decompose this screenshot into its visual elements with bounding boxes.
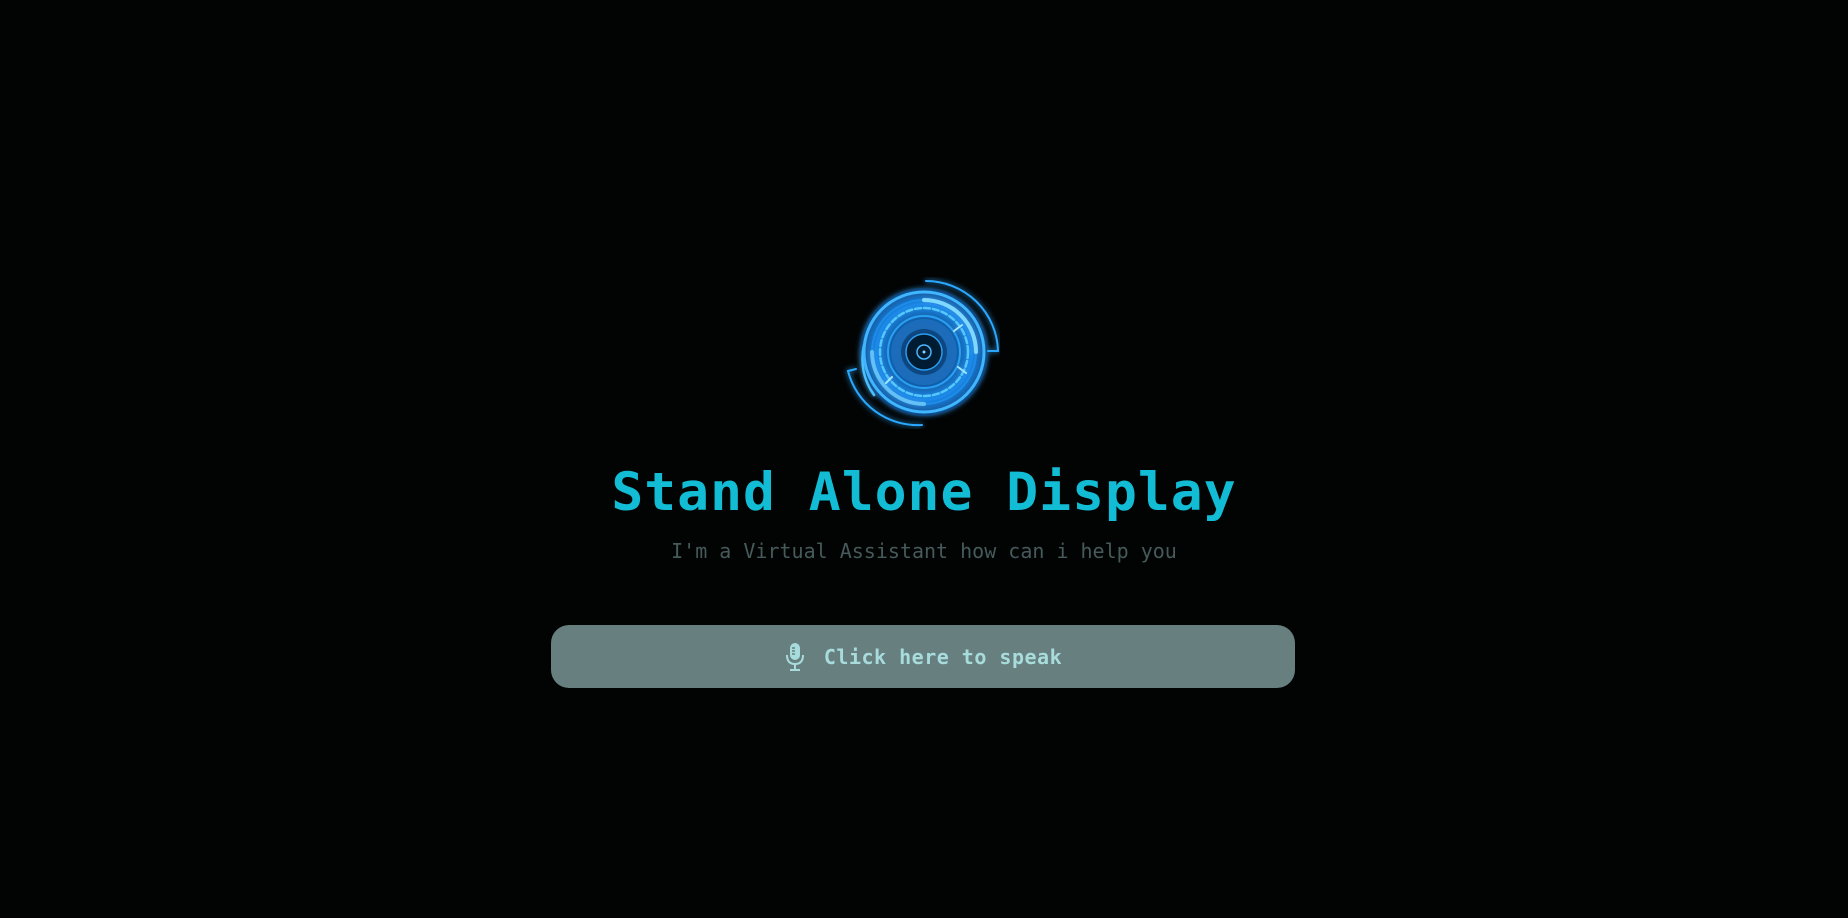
microphone-icon — [784, 642, 806, 672]
app-root: Stand Alone Display I'm a Virtual Assist… — [0, 0, 1848, 918]
page-subtitle: I'm a Virtual Assistant how can i help y… — [671, 539, 1177, 563]
speak-button-label: Click here to speak — [823, 644, 1063, 669]
hud-circle-icon — [834, 277, 1000, 429]
page-title: Stand Alone Display — [611, 462, 1237, 523]
speak-button[interactable]: Click here to speak — [551, 625, 1295, 688]
